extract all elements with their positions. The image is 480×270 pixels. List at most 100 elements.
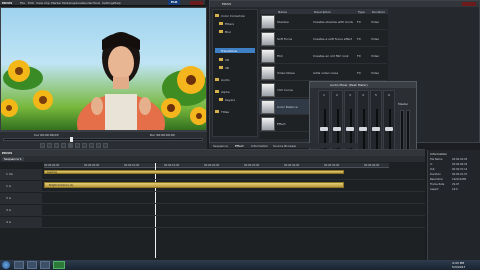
info-label: Resolution — [430, 178, 444, 181]
overwrite-button[interactable] — [102, 143, 108, 148]
track-header[interactable]: 2 A — [0, 193, 42, 204]
folder-icon — [215, 14, 219, 17]
menu-view[interactable]: View — [36, 1, 43, 5]
info-value: 00:00:01;07 — [452, 173, 468, 176]
taskbar-app-icon[interactable] — [27, 261, 37, 269]
step-back-button[interactable] — [60, 143, 66, 148]
player-scrub-bar[interactable] — [3, 138, 203, 141]
taskbar-app-icon[interactable] — [14, 261, 24, 269]
track-header[interactable]: 3 A — [0, 205, 42, 216]
info-value: 00:00:04;05 — [452, 158, 468, 161]
menu-edit[interactable]: Edit — [28, 1, 34, 5]
menu-help[interactable]: Help — [114, 1, 121, 5]
fader-handle[interactable] — [333, 127, 341, 131]
track-header[interactable]: 1 A — [0, 181, 42, 192]
channel-label: 1 — [323, 93, 325, 97]
menu-tools[interactable]: Tools — [93, 1, 100, 5]
tree-item-label: Audio — [221, 78, 230, 82]
folder-icon — [215, 110, 219, 113]
step-forward-button[interactable] — [74, 143, 80, 148]
fader-handle[interactable] — [346, 127, 354, 131]
menu-clip[interactable]: Clip — [44, 1, 50, 5]
info-value: 00:00:07;12 — [452, 168, 468, 171]
tab-sequence[interactable]: Sequence — [213, 144, 228, 148]
edius-taskbar-icon[interactable] — [53, 261, 65, 269]
effect-thumbnail-icon — [261, 32, 275, 46]
taskbar-app-icon[interactable] — [40, 261, 50, 269]
menu-render[interactable]: Render — [82, 1, 93, 5]
fader-handle[interactable] — [320, 127, 328, 131]
bin-window-controls[interactable] — [462, 2, 476, 6]
effect-row[interactable]: Film Creates an old film look FX Video — [259, 48, 387, 64]
clock-date: 5/3/2013 — [452, 265, 466, 269]
menu-settings[interactable]: Settings — [102, 1, 114, 5]
tree-item-selected[interactable]: Transitions — [215, 48, 255, 53]
menu-file[interactable]: File — [20, 1, 25, 5]
timeline-track: 2 A — [0, 193, 425, 204]
info-value: 16:9 — [452, 188, 458, 191]
tree-item-label: Color Correction — [221, 14, 246, 18]
channel-label: 4 — [362, 93, 364, 97]
track-area: 1 VA 1 A 2 A 3 A 4 A Leading Bright Outdoors (… — [0, 169, 425, 259]
track-label: 1 A — [6, 184, 11, 188]
effect-type: FX — [357, 37, 361, 41]
timeline-toolbar: Sequence 1 — [0, 156, 425, 162]
tree-item-label: Titles — [221, 110, 229, 114]
tree-item-label: 3D — [225, 66, 230, 70]
app-title: EDIUS — [2, 1, 13, 5]
effect-name: YUV Curve — [277, 88, 293, 92]
info-value: 00:00:06;03 — [452, 163, 468, 166]
folder-icon — [219, 66, 223, 69]
tab-information[interactable]: Information — [251, 144, 268, 148]
audio-clip[interactable]: Bright Outdoors (A) — [44, 182, 344, 188]
timeline-ruler[interactable]: 00:00:00;00 00:00:05;00 00:00:10;00 00:00:1… — [44, 163, 389, 168]
effect-row[interactable]: Soft Focus Creates a soft focus effect FX V… — [259, 31, 387, 47]
effect-name: Shadow — [277, 20, 289, 24]
bin-title: EDIUS — [222, 2, 232, 6]
tab-source-browser[interactable]: Source Browser — [273, 144, 296, 148]
play-button[interactable] — [67, 143, 73, 148]
menu-mode[interactable]: Mode — [62, 1, 70, 5]
track-label: 3 A — [6, 208, 11, 212]
effect-dur: Video — [371, 20, 380, 24]
track-header[interactable]: 1 VA — [0, 169, 42, 180]
effect-type: FX — [357, 20, 361, 24]
menu-marker[interactable]: Marker — [51, 1, 61, 5]
info-value: 29.97 — [452, 183, 460, 186]
fast-forward-button[interactable] — [81, 143, 87, 148]
insert-button[interactable] — [95, 143, 101, 148]
track-label: 2 A — [6, 196, 11, 200]
ruler-label: 00:00:40;00 — [364, 164, 380, 167]
set-out-button[interactable] — [46, 143, 52, 148]
playhead-marker[interactable] — [70, 137, 73, 142]
fader-handle[interactable] — [372, 127, 380, 131]
window-controls[interactable] — [190, 1, 203, 5]
sequence-tab[interactable]: Sequence 1 — [2, 157, 24, 161]
timeline-track: 3 A — [0, 205, 425, 216]
bin-tabs: Sequence Effect Information Source Brows… — [209, 143, 359, 148]
info-title: Information — [430, 152, 448, 156]
set-in-button[interactable] — [40, 143, 45, 148]
folder-icon — [219, 30, 223, 33]
effect-row[interactable]: Video Noise Adds video noise FX Video — [259, 65, 387, 81]
effect-row[interactable]: Shadow Creates shadow with border FX Video — [259, 14, 387, 30]
ruler-label: 00:00:15;00 — [164, 164, 180, 167]
fader-handle[interactable] — [385, 127, 393, 131]
ruler-label: 00:00:05;00 — [84, 164, 100, 167]
fader-handle[interactable] — [359, 127, 367, 131]
master-label: Master — [398, 102, 409, 106]
video-clip[interactable]: Leading — [44, 170, 344, 174]
effect-name: Effect — [277, 122, 286, 126]
tab-effect[interactable]: Effect — [235, 144, 244, 148]
rewind-button[interactable] — [53, 143, 59, 148]
menu-capture[interactable]: Capture — [70, 1, 82, 5]
tree-item-label: Transitions — [221, 49, 238, 53]
start-icon[interactable] — [2, 261, 10, 269]
ruler-label: 00:00:30;00 — [284, 164, 300, 167]
effect-name: Video Noise — [277, 71, 295, 75]
effect-dur: Video — [371, 37, 380, 41]
track-header[interactable]: 4 A — [0, 217, 42, 228]
loop-button[interactable] — [88, 143, 94, 148]
folder-icon — [219, 22, 223, 25]
taskbar: 4:43 PM 5/3/2013 — [0, 260, 480, 270]
